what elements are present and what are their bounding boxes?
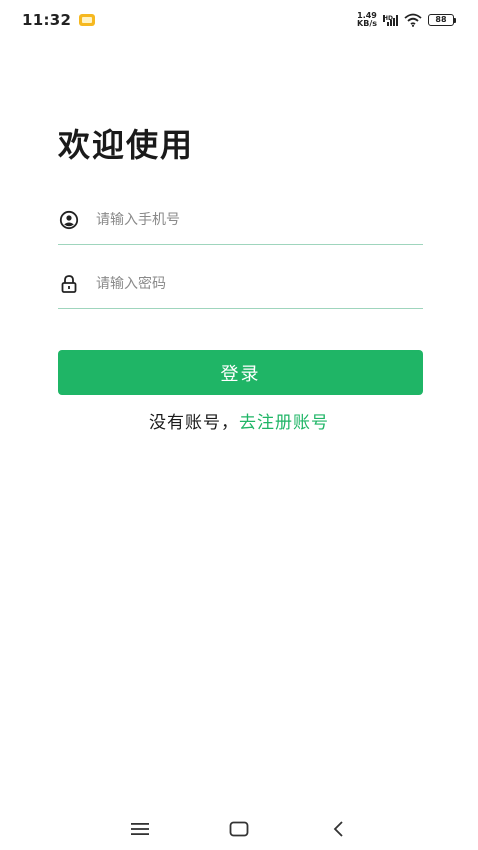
network-speed: 1.49 KB/s bbox=[357, 12, 377, 28]
phone-field bbox=[58, 195, 423, 245]
wifi-icon bbox=[404, 13, 422, 27]
signal-icon: HD bbox=[383, 14, 398, 26]
password-input[interactable] bbox=[96, 275, 396, 292]
notification-icon bbox=[79, 14, 96, 26]
register-link[interactable]: 去注册账号 bbox=[239, 413, 329, 433]
phone-input[interactable] bbox=[96, 211, 396, 228]
battery-icon: 88 bbox=[428, 14, 456, 26]
status-bar: 11:32 1.49 KB/s HD 88 bbox=[0, 0, 478, 40]
home-square-icon[interactable] bbox=[224, 814, 254, 844]
password-field bbox=[58, 259, 423, 309]
menu-icon[interactable] bbox=[125, 814, 155, 844]
network-type-label: HD bbox=[383, 14, 394, 22]
register-prompt: 没有账号， bbox=[149, 413, 239, 433]
lock-icon bbox=[58, 273, 80, 295]
status-time: 11:32 bbox=[22, 11, 72, 29]
user-circle-icon bbox=[58, 209, 80, 231]
system-nav-bar bbox=[0, 808, 478, 850]
page-title: 欢迎使用 bbox=[58, 126, 195, 164]
login-screen: 11:32 1.49 KB/s HD 88 欢迎使用 请输入手机号 登录 没有账… bbox=[0, 0, 478, 850]
status-left: 11:32 bbox=[22, 11, 96, 29]
register-row: 没有账号，去注册账号 bbox=[0, 408, 478, 433]
back-chevron-icon[interactable] bbox=[323, 814, 353, 844]
login-button[interactable]: 登录 bbox=[58, 350, 423, 395]
status-right: 1.49 KB/s HD 88 bbox=[357, 12, 456, 28]
network-speed-unit: KB/s bbox=[357, 19, 377, 28]
battery-level: 88 bbox=[428, 14, 454, 26]
